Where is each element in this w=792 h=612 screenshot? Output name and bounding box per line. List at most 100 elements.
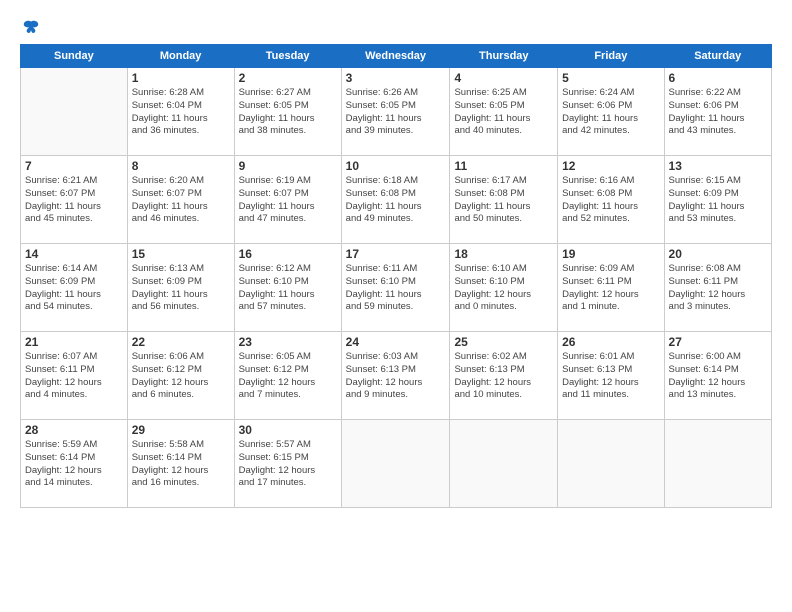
calendar-cell: 11Sunrise: 6:17 AMSunset: 6:08 PMDayligh…	[450, 156, 558, 244]
day-info: Sunrise: 6:01 AMSunset: 6:13 PMDaylight:…	[562, 351, 659, 402]
day-number: 1	[132, 71, 230, 85]
calendar-cell: 19 Sunrise: 6:09 AMSunset: 6:11 PMDayligh…	[558, 244, 664, 332]
day-info: Sunrise: 5:58 AMSunset: 6:14 PMDaylight:…	[132, 439, 230, 490]
calendar-cell: 27 Sunrise: 6:00 AMSunset: 6:14 PMDayligh…	[664, 332, 771, 420]
day-info: Sunrise: 6:08 AMSunset: 6:11 PMDaylight:…	[669, 263, 767, 314]
calendar-cell: 4Sunrise: 6:25 AMSunset: 6:05 PMDaylight…	[450, 68, 558, 156]
day-number: 25	[454, 335, 553, 349]
calendar-cell: 7Sunrise: 6:21 AMSunset: 6:07 PMDaylight…	[21, 156, 128, 244]
day-number: 27	[669, 335, 767, 349]
calendar-cell: 20 Sunrise: 6:08 AMSunset: 6:11 PMDayligh…	[664, 244, 771, 332]
day-info: Sunrise: 6:15 AMSunset: 6:09 PMDaylight:…	[669, 175, 767, 226]
weekday-header: Saturday	[664, 45, 771, 68]
calendar-cell: 9 Sunrise: 6:19 AMSunset: 6:07 PMDaylight…	[234, 156, 341, 244]
header	[20, 18, 772, 34]
day-number: 9	[239, 159, 337, 173]
calendar-cell: 8 Sunrise: 6:20 AMSunset: 6:07 PMDaylight…	[127, 156, 234, 244]
calendar-cell: 12 Sunrise: 6:16 AMSunset: 6:08 PMDayligh…	[558, 156, 664, 244]
calendar-cell: 25 Sunrise: 6:02 AMSunset: 6:13 PMDayligh…	[450, 332, 558, 420]
weekday-row: SundayMondayTuesdayWednesdayThursdayFrid…	[21, 45, 772, 68]
calendar-body: 1 Sunrise: 6:28 AMSunset: 6:04 PMDaylight…	[21, 68, 772, 508]
calendar-cell: 21Sunrise: 6:07 AMSunset: 6:11 PMDayligh…	[21, 332, 128, 420]
day-info: Sunrise: 6:22 AMSunset: 6:06 PMDaylight:…	[669, 87, 767, 138]
calendar-cell	[558, 420, 664, 508]
calendar-week-row: 28 Sunrise: 5:59 AMSunset: 6:14 PMDayligh…	[21, 420, 772, 508]
weekday-header: Tuesday	[234, 45, 341, 68]
calendar-header: SundayMondayTuesdayWednesdayThursdayFrid…	[21, 45, 772, 68]
day-number: 23	[239, 335, 337, 349]
calendar-cell: 29 Sunrise: 5:58 AMSunset: 6:14 PMDayligh…	[127, 420, 234, 508]
calendar-cell: 3 Sunrise: 6:26 AMSunset: 6:05 PMDaylight…	[341, 68, 450, 156]
day-info: Sunrise: 6:03 AMSunset: 6:13 PMDaylight:…	[346, 351, 446, 402]
logo-bird-icon	[22, 18, 40, 36]
logo	[20, 18, 40, 34]
day-number: 11	[454, 159, 553, 173]
day-info: Sunrise: 6:19 AMSunset: 6:07 PMDaylight:…	[239, 175, 337, 226]
day-info: Sunrise: 5:57 AMSunset: 6:15 PMDaylight:…	[239, 439, 337, 490]
day-info: Sunrise: 6:18 AMSunset: 6:08 PMDaylight:…	[346, 175, 446, 226]
day-info: Sunrise: 6:16 AMSunset: 6:08 PMDaylight:…	[562, 175, 659, 226]
calendar-cell: 17Sunrise: 6:11 AMSunset: 6:10 PMDayligh…	[341, 244, 450, 332]
day-number: 22	[132, 335, 230, 349]
calendar: SundayMondayTuesdayWednesdayThursdayFrid…	[20, 44, 772, 508]
day-info: Sunrise: 6:12 AMSunset: 6:10 PMDaylight:…	[239, 263, 337, 314]
calendar-cell: 24 Sunrise: 6:03 AMSunset: 6:13 PMDayligh…	[341, 332, 450, 420]
day-number: 13	[669, 159, 767, 173]
calendar-cell	[450, 420, 558, 508]
page: SundayMondayTuesdayWednesdayThursdayFrid…	[0, 0, 792, 612]
day-number: 19	[562, 247, 659, 261]
day-number: 14	[25, 247, 123, 261]
calendar-cell	[341, 420, 450, 508]
calendar-cell: 16 Sunrise: 6:12 AMSunset: 6:10 PMDayligh…	[234, 244, 341, 332]
calendar-cell: 22 Sunrise: 6:06 AMSunset: 6:12 PMDayligh…	[127, 332, 234, 420]
weekday-header: Sunday	[21, 45, 128, 68]
day-info: Sunrise: 6:14 AMSunset: 6:09 PMDaylight:…	[25, 263, 123, 314]
day-number: 20	[669, 247, 767, 261]
calendar-cell: 15 Sunrise: 6:13 AMSunset: 6:09 PMDayligh…	[127, 244, 234, 332]
day-info: Sunrise: 6:05 AMSunset: 6:12 PMDaylight:…	[239, 351, 337, 402]
day-info: Sunrise: 6:02 AMSunset: 6:13 PMDaylight:…	[454, 351, 553, 402]
day-number: 24	[346, 335, 446, 349]
calendar-cell: 26Sunrise: 6:01 AMSunset: 6:13 PMDayligh…	[558, 332, 664, 420]
day-number: 17	[346, 247, 446, 261]
day-number: 2	[239, 71, 337, 85]
day-info: Sunrise: 6:27 AMSunset: 6:05 PMDaylight:…	[239, 87, 337, 138]
day-number: 21	[25, 335, 123, 349]
day-number: 18	[454, 247, 553, 261]
calendar-cell: 23 Sunrise: 6:05 AMSunset: 6:12 PMDayligh…	[234, 332, 341, 420]
day-number: 16	[239, 247, 337, 261]
calendar-week-row: 14 Sunrise: 6:14 AMSunset: 6:09 PMDayligh…	[21, 244, 772, 332]
day-info: Sunrise: 6:10 AMSunset: 6:10 PMDaylight:…	[454, 263, 553, 314]
day-number: 15	[132, 247, 230, 261]
weekday-header: Friday	[558, 45, 664, 68]
day-info: Sunrise: 5:59 AMSunset: 6:14 PMDaylight:…	[25, 439, 123, 490]
day-info: Sunrise: 6:06 AMSunset: 6:12 PMDaylight:…	[132, 351, 230, 402]
day-number: 28	[25, 423, 123, 437]
calendar-cell: 28 Sunrise: 5:59 AMSunset: 6:14 PMDayligh…	[21, 420, 128, 508]
day-number: 5	[562, 71, 659, 85]
day-info: Sunrise: 6:26 AMSunset: 6:05 PMDaylight:…	[346, 87, 446, 138]
day-info: Sunrise: 6:00 AMSunset: 6:14 PMDaylight:…	[669, 351, 767, 402]
day-info: Sunrise: 6:24 AMSunset: 6:06 PMDaylight:…	[562, 87, 659, 138]
day-number: 12	[562, 159, 659, 173]
day-number: 4	[454, 71, 553, 85]
calendar-cell: 30 Sunrise: 5:57 AMSunset: 6:15 PMDayligh…	[234, 420, 341, 508]
calendar-cell: 1 Sunrise: 6:28 AMSunset: 6:04 PMDaylight…	[127, 68, 234, 156]
day-number: 30	[239, 423, 337, 437]
weekday-header: Wednesday	[341, 45, 450, 68]
calendar-week-row: 7Sunrise: 6:21 AMSunset: 6:07 PMDaylight…	[21, 156, 772, 244]
day-info: Sunrise: 6:28 AMSunset: 6:04 PMDaylight:…	[132, 87, 230, 138]
day-number: 8	[132, 159, 230, 173]
day-number: 3	[346, 71, 446, 85]
calendar-cell	[664, 420, 771, 508]
weekday-header: Monday	[127, 45, 234, 68]
day-info: Sunrise: 6:13 AMSunset: 6:09 PMDaylight:…	[132, 263, 230, 314]
day-info: Sunrise: 6:20 AMSunset: 6:07 PMDaylight:…	[132, 175, 230, 226]
day-info: Sunrise: 6:09 AMSunset: 6:11 PMDaylight:…	[562, 263, 659, 314]
calendar-week-row: 1 Sunrise: 6:28 AMSunset: 6:04 PMDaylight…	[21, 68, 772, 156]
day-number: 29	[132, 423, 230, 437]
weekday-header: Thursday	[450, 45, 558, 68]
day-number: 10	[346, 159, 446, 173]
calendar-cell	[21, 68, 128, 156]
day-info: Sunrise: 6:21 AMSunset: 6:07 PMDaylight:…	[25, 175, 123, 226]
